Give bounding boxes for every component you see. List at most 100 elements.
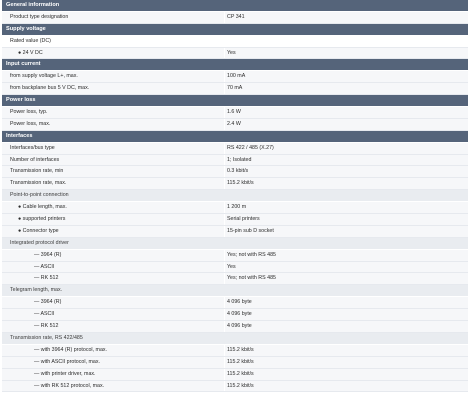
spec-value: 115.2 kbit/s [227,370,254,377]
section-header: Power loss [2,95,468,108]
spec-value: 100 mA [227,73,246,80]
subsection-title: Integrated protocol driver [10,239,69,246]
column-divider [224,83,225,95]
section-title: General information [6,2,60,8]
column-divider [224,380,225,392]
section-header: Supply voltage [2,23,468,36]
spec-label: — 3964 (R) [34,251,62,258]
column-divider [224,309,225,321]
column-divider [224,154,225,166]
column-divider [224,202,225,214]
spec-label: Rated value (DC) [10,37,51,44]
spec-value: 115.2 kbit/s [227,180,254,187]
spec-label: — with ASCII protocol, max. [34,358,100,365]
spec-label: — with 3964 (R) protocol, max. [34,346,108,353]
spec-row: — 3964 (R) 4 096 byte [2,297,468,310]
spec-label: — with RK 512 protocol, max. [34,382,105,389]
spec-row: ● 24 V DC Yes [2,47,468,60]
column-divider [224,71,225,83]
spec-row: — 3964 (R) Yes; not with RS 485 [2,249,468,262]
column-divider [224,368,225,380]
column-divider [224,261,225,273]
spec-row: Transmission rate, min 0.3 kbit/s [2,166,468,179]
spec-row: — ASCII Yes [2,261,468,274]
spec-row: Transmission rate, max. 115.2 kbit/s [2,178,468,191]
spec-label: Transmission rate, max. [10,180,67,187]
section-title: Interfaces [6,132,33,139]
spec-value: 4 096 byte [227,311,252,318]
spec-row: from supply voltage L+, max. 100 mA [2,71,468,84]
column-divider [224,107,225,118]
spec-row: — RK 512 4 096 byte [2,321,468,333]
spec-row: Interfaces/bus type RS 422 / 485 (X.27) [2,142,468,155]
spec-row: Product type designation CP 341 [2,11,468,24]
subsection-header: Integrated protocol driver [2,237,468,250]
column-divider [224,273,225,285]
column-divider [224,356,225,368]
spec-value: 1 200 m [227,204,247,211]
section-header: Input current [2,59,468,72]
section-header: General information [2,0,468,12]
spec-row: — RK 512 Yes; not with RS 485 [2,273,468,286]
spec-value: 1; Isolated [227,156,252,163]
spec-label: ● Cable length, max. [18,204,67,211]
subsection-header: Telegram length, max. [2,285,468,298]
subsection-title: Point-to-point connection [10,192,69,199]
spec-label: Power loss, typ. [10,109,48,116]
column-divider [224,225,225,237]
column-divider [224,166,225,178]
spec-value: 15-pin sub D socket [227,227,274,234]
column-divider [224,47,225,59]
subsection-title: Telegram length, max. [10,287,63,294]
spec-value: Yes [227,49,236,56]
spec-table: General information Product type designat… [2,0,468,393]
spec-label: — ASCII [34,311,55,318]
spec-value: 2.4 W [227,120,241,127]
spec-label: — RK 512 [34,323,59,330]
spec-value: 115.2 kbit/s [227,346,254,353]
column-divider [224,344,225,356]
section-header: Interfaces [2,130,468,143]
spec-row: — with 3964 (R) protocol, max. 115.2 kbit… [2,344,468,357]
spec-label: from backplane bus 5 V DC, max. [10,85,90,92]
subsection-header: Point-to-point connection [2,190,468,203]
column-divider [224,118,225,130]
spec-row: ● Cable length, max. 1 200 m [2,202,468,215]
spec-value: 4 096 byte [227,299,252,306]
spec-value: RS 422 / 485 (X.27) [227,144,274,151]
spec-label: — with printer driver, max. [34,370,96,377]
spec-label: ● supported printers [18,216,66,223]
column-divider [224,178,225,190]
spec-label: Transmission rate, min [10,168,64,175]
spec-label: — 3964 (R) [34,299,62,306]
spec-row: Number of interfaces 1; Isolated [2,154,468,167]
spec-label: — ASCII [34,263,55,270]
spec-row: ● supported printers Serial printers [2,214,468,226]
spec-row: Rated value (DC) [2,35,468,48]
section-title: Supply voltage [6,25,46,32]
spec-label: ● 24 V DC [18,49,43,56]
spec-label: Product type designation [10,13,69,20]
column-divider [224,11,225,23]
spec-label: from supply voltage L+, max. [10,73,78,80]
subsection-header: Transmission rate, RS 422/485 [2,332,468,345]
column-divider [224,321,225,332]
column-divider [224,297,225,309]
spec-value: 1.6 W [227,109,241,116]
spec-value: Yes [227,263,236,270]
spec-value: 115.2 kbit/s [227,382,254,389]
spec-value: Serial printers [227,216,260,223]
spec-row: from backplane bus 5 V DC, max. 70 mA [2,83,468,96]
section-title: Input current [6,61,41,68]
column-divider [224,214,225,225]
subsection-title: Transmission rate, RS 422/485 [10,334,83,341]
spec-row: — with printer driver, max. 115.2 kbit/s [2,368,468,381]
spec-label: — RK 512 [34,275,59,282]
spec-value: Yes; not with RS 485 [227,275,276,282]
spec-row: — ASCII 4 096 byte [2,309,468,322]
spec-label: Interfaces/bus type [10,144,55,151]
spec-value: CP 341 [227,13,245,20]
spec-label: Number of interfaces [10,156,60,163]
spec-label: Power loss, max. [10,120,51,127]
spec-row: Power loss, typ. 1.6 W [2,107,468,119]
